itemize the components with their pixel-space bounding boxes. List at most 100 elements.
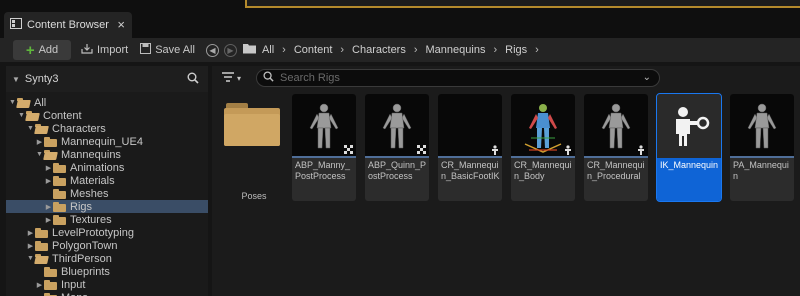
folder-icon: [44, 266, 58, 277]
back-icon[interactable]: ◀: [205, 43, 219, 57]
tree-item-label: PolygonTown: [52, 239, 118, 252]
asset-label: IK_Mannequin: [660, 160, 719, 170]
tree-item-label: Content: [43, 109, 82, 122]
tree-item[interactable]: Maps: [6, 291, 208, 296]
asset-thumbnail: [730, 94, 794, 158]
tree-item-label: Input: [61, 278, 86, 291]
chevron-down-icon[interactable]: ⌄: [643, 72, 651, 83]
tree-item-label: Mannequins: [61, 148, 121, 161]
collapse-arrow-icon[interactable]: ▼: [12, 75, 20, 84]
asset-label: ABP_Manny_PostProcess: [295, 160, 351, 181]
close-icon[interactable]: ×: [117, 17, 125, 32]
tree-item[interactable]: ▶ Rigs: [6, 200, 208, 213]
import-button[interactable]: Import: [75, 40, 134, 60]
tree-item[interactable]: Blueprints: [6, 265, 208, 278]
folder-open-icon: [44, 149, 58, 160]
asset-thumbnail: [292, 94, 356, 158]
breadcrumb-separator-icon: ›: [493, 44, 498, 56]
breadcrumb-characters[interactable]: Characters: [352, 44, 406, 56]
tab-content-browser[interactable]: Content Browser ×: [4, 12, 132, 38]
tree-item-label: Characters: [52, 122, 106, 135]
sources-root-label: Synty3: [24, 73, 59, 85]
rig-badge-icon: [490, 145, 500, 155]
save-icon: [140, 43, 152, 57]
filter-icon: [222, 71, 234, 85]
tree-item[interactable]: ▶ LevelPrototyping: [6, 226, 208, 239]
asset-tile[interactable]: CR_Mannequin_Procedural: [584, 94, 648, 201]
toolbar: + Add Import Save All ◀ ▶ All › Content …: [0, 38, 800, 62]
folder-open-icon: [17, 97, 31, 108]
forward-icon[interactable]: ▶: [223, 43, 237, 57]
filter-bar: ▾ ⌄: [212, 66, 800, 90]
breadcrumb-mannequins[interactable]: Mannequins: [426, 44, 486, 56]
asset-thumbnail: [584, 94, 648, 158]
folder-icon: [53, 214, 67, 225]
asset-label: PA_Mannequin: [733, 160, 789, 181]
collapsed-arrow-icon[interactable]: ▶: [26, 229, 35, 237]
breadcrumb-separator-icon: ›: [282, 44, 286, 56]
folder-icon: [35, 227, 49, 238]
folder-icon: [35, 240, 49, 251]
folder-icon: [44, 279, 58, 290]
tree-item[interactable]: ▼ Mannequins: [6, 148, 208, 161]
breadcrumb-all[interactable]: All: [262, 44, 274, 56]
asset-tile[interactable]: CR_Mannequin_Body: [511, 94, 575, 201]
save-all-button[interactable]: Save All: [134, 40, 201, 60]
plus-icon: +: [25, 41, 35, 59]
search-icon[interactable]: [187, 72, 199, 87]
breadcrumb-separator-icon: ›: [340, 44, 345, 56]
collapsed-arrow-icon[interactable]: ▶: [44, 177, 53, 185]
asset-tile[interactable]: ABP_Quinn_PostProcess: [365, 94, 429, 201]
tree-item[interactable]: ▼ Characters: [6, 122, 208, 135]
tree-item-label: Blueprints: [61, 265, 110, 278]
tree-item[interactable]: ▶ Textures: [6, 213, 208, 226]
folder-icon: [53, 188, 67, 199]
search-icon: [263, 71, 274, 85]
sources-header[interactable]: ▼ Synty3: [6, 66, 208, 92]
content-browser-icon: [10, 18, 22, 32]
tree-item[interactable]: ▶ Mannequin_UE4: [6, 135, 208, 148]
search-input[interactable]: [280, 72, 620, 84]
sources-panel: ▼ Synty3 ▼ All ▼ Content ▼ Characters ▶ Mannequ…: [6, 66, 208, 296]
folder-label: Poses: [241, 191, 267, 201]
search-field[interactable]: ⌄: [256, 69, 660, 87]
folder-icon[interactable]: [242, 43, 257, 57]
tree-item-label: ThirdPerson: [52, 252, 112, 265]
collapsed-arrow-icon[interactable]: ▶: [35, 138, 44, 146]
asset-tile[interactable]: IK_Mannequin: [656, 93, 722, 202]
asset-tile[interactable]: ABP_Manny_PostProcess: [292, 94, 356, 201]
viewport-edge: [245, 0, 800, 8]
tree-item[interactable]: ▼ Content: [6, 109, 208, 122]
folder-icon: [53, 201, 67, 212]
tree-item[interactable]: ▶ Animations: [6, 161, 208, 174]
import-icon: [81, 43, 93, 57]
rig-badge-icon: [563, 145, 573, 155]
folder-icon: [53, 175, 67, 186]
breadcrumb-content[interactable]: Content: [294, 44, 333, 56]
collapsed-arrow-icon[interactable]: ▶: [44, 203, 53, 211]
breadcrumb-separator-icon[interactable]: ›: [535, 44, 539, 56]
tree-item[interactable]: ▶ Input: [6, 278, 208, 291]
breadcrumb-rigs[interactable]: Rigs: [505, 44, 527, 56]
collapsed-arrow-icon[interactable]: ▶: [26, 242, 35, 250]
tree-item[interactable]: ▶ PolygonTown: [6, 239, 208, 252]
collapsed-arrow-icon[interactable]: ▶: [44, 164, 53, 172]
asset-tile[interactable]: CR_Mannequin_BasicFootIK: [438, 94, 502, 201]
asset-tile[interactable]: PA_Mannequin: [730, 94, 794, 201]
tree-item[interactable]: ▶ Materials: [6, 174, 208, 187]
tree-item-label: Rigs: [70, 200, 93, 213]
add-button[interactable]: + Add: [13, 40, 71, 60]
asset-folder-poses[interactable]: Poses: [222, 94, 286, 201]
tree-item[interactable]: ▼ All: [6, 96, 208, 109]
tree-item-label: Maps: [61, 292, 88, 296]
folder-icon: [53, 162, 67, 173]
collapsed-arrow-icon[interactable]: ▶: [44, 216, 53, 224]
collapsed-arrow-icon[interactable]: ▶: [35, 281, 44, 289]
asset-label: CR_Mannequin_Procedural: [587, 160, 645, 181]
asset-thumbnail: [438, 94, 502, 158]
save-all-label: Save All: [155, 44, 195, 56]
top-strip: Content Browser ×: [0, 0, 800, 38]
filter-button[interactable]: ▾: [222, 71, 241, 85]
tree-item[interactable]: Meshes: [6, 187, 208, 200]
tree-item[interactable]: ▼ ThirdPerson: [6, 252, 208, 265]
